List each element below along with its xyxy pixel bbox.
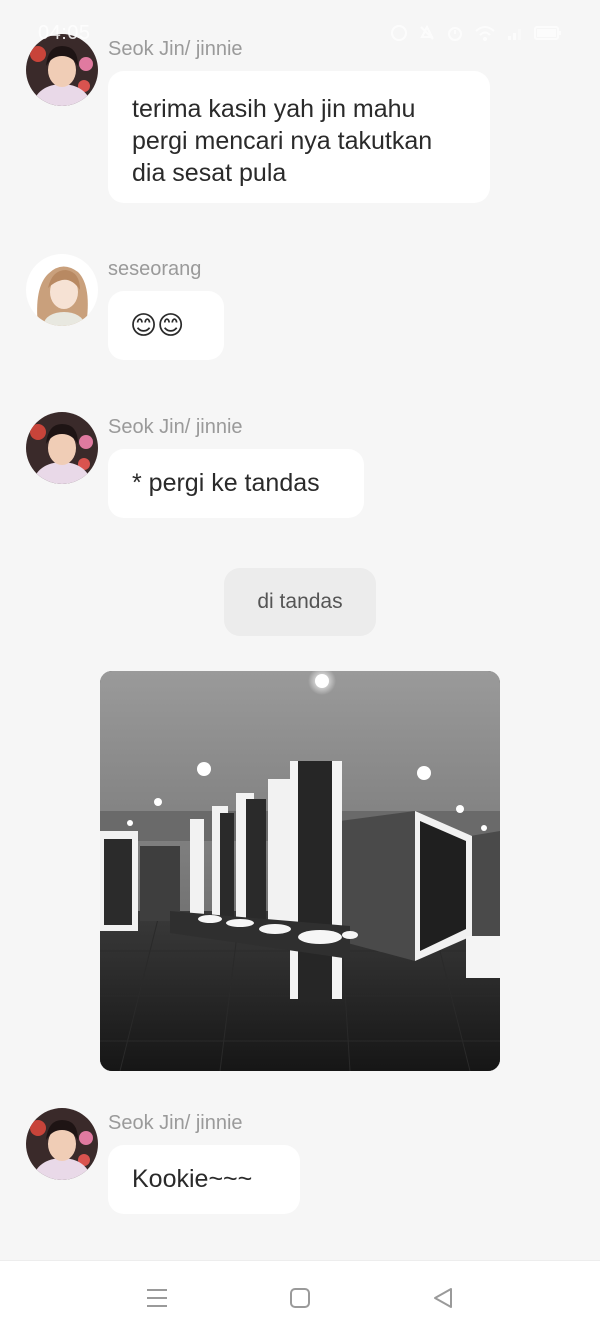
message-bubble[interactable]: 😊😊 <box>108 291 224 360</box>
navigation-bar <box>0 1260 600 1334</box>
message-text: * pergi ke tandas <box>132 469 320 497</box>
home-icon[interactable] <box>285 1283 315 1313</box>
message-bubble[interactable]: terima kasih yah jin mahu pergi mencari … <box>108 71 490 203</box>
message-text: 😊😊 <box>130 310 185 340</box>
status-time: 04:05 <box>38 22 91 44</box>
avatar-seokjin[interactable] <box>26 1108 98 1180</box>
message-text-line: dia sesat pula <box>132 159 287 187</box>
battery-icon <box>534 25 562 41</box>
mute-icon <box>418 24 436 42</box>
sender-name: seseorang <box>108 258 202 280</box>
sender-name: Seok Jin/ jinnie <box>108 416 243 438</box>
message-text: Kookie~~~ <box>132 1165 253 1193</box>
restroom-photo[interactable] <box>100 671 500 1071</box>
status-bar: 04:05 <box>0 22 600 52</box>
narration-pill: di tandas <box>224 568 376 636</box>
message-text-line: terima kasih yah jin mahu <box>132 95 416 123</box>
narration-text: di tandas <box>257 590 343 613</box>
message-row: Seok Jin/ jinnie terima kasih yah jin ma… <box>26 34 574 204</box>
message-bubble[interactable]: * pergi ke tandas <box>108 449 364 518</box>
status-icons <box>390 24 562 42</box>
wifi-icon <box>474 24 496 42</box>
back-icon[interactable] <box>428 1283 458 1313</box>
avatar-seseorang[interactable] <box>26 254 98 326</box>
alarm-icon <box>446 24 464 42</box>
sender-name: Seok Jin/ jinnie <box>108 1112 243 1134</box>
message-row: Seok Jin/ jinnie Kookie~~~ <box>26 1108 574 1218</box>
message-bubble[interactable]: Kookie~~~ <box>108 1145 300 1214</box>
signal-icon <box>506 24 524 42</box>
message-text-line: pergi mencari nya takutkan <box>132 127 433 155</box>
avatar-seokjin[interactable] <box>26 412 98 484</box>
message-row: Seok Jin/ jinnie * pergi ke tandas <box>26 412 574 522</box>
message-row: seseorang 😊😊 <box>26 254 574 364</box>
menu-icon[interactable] <box>142 1283 172 1313</box>
notification-icon <box>390 24 408 42</box>
